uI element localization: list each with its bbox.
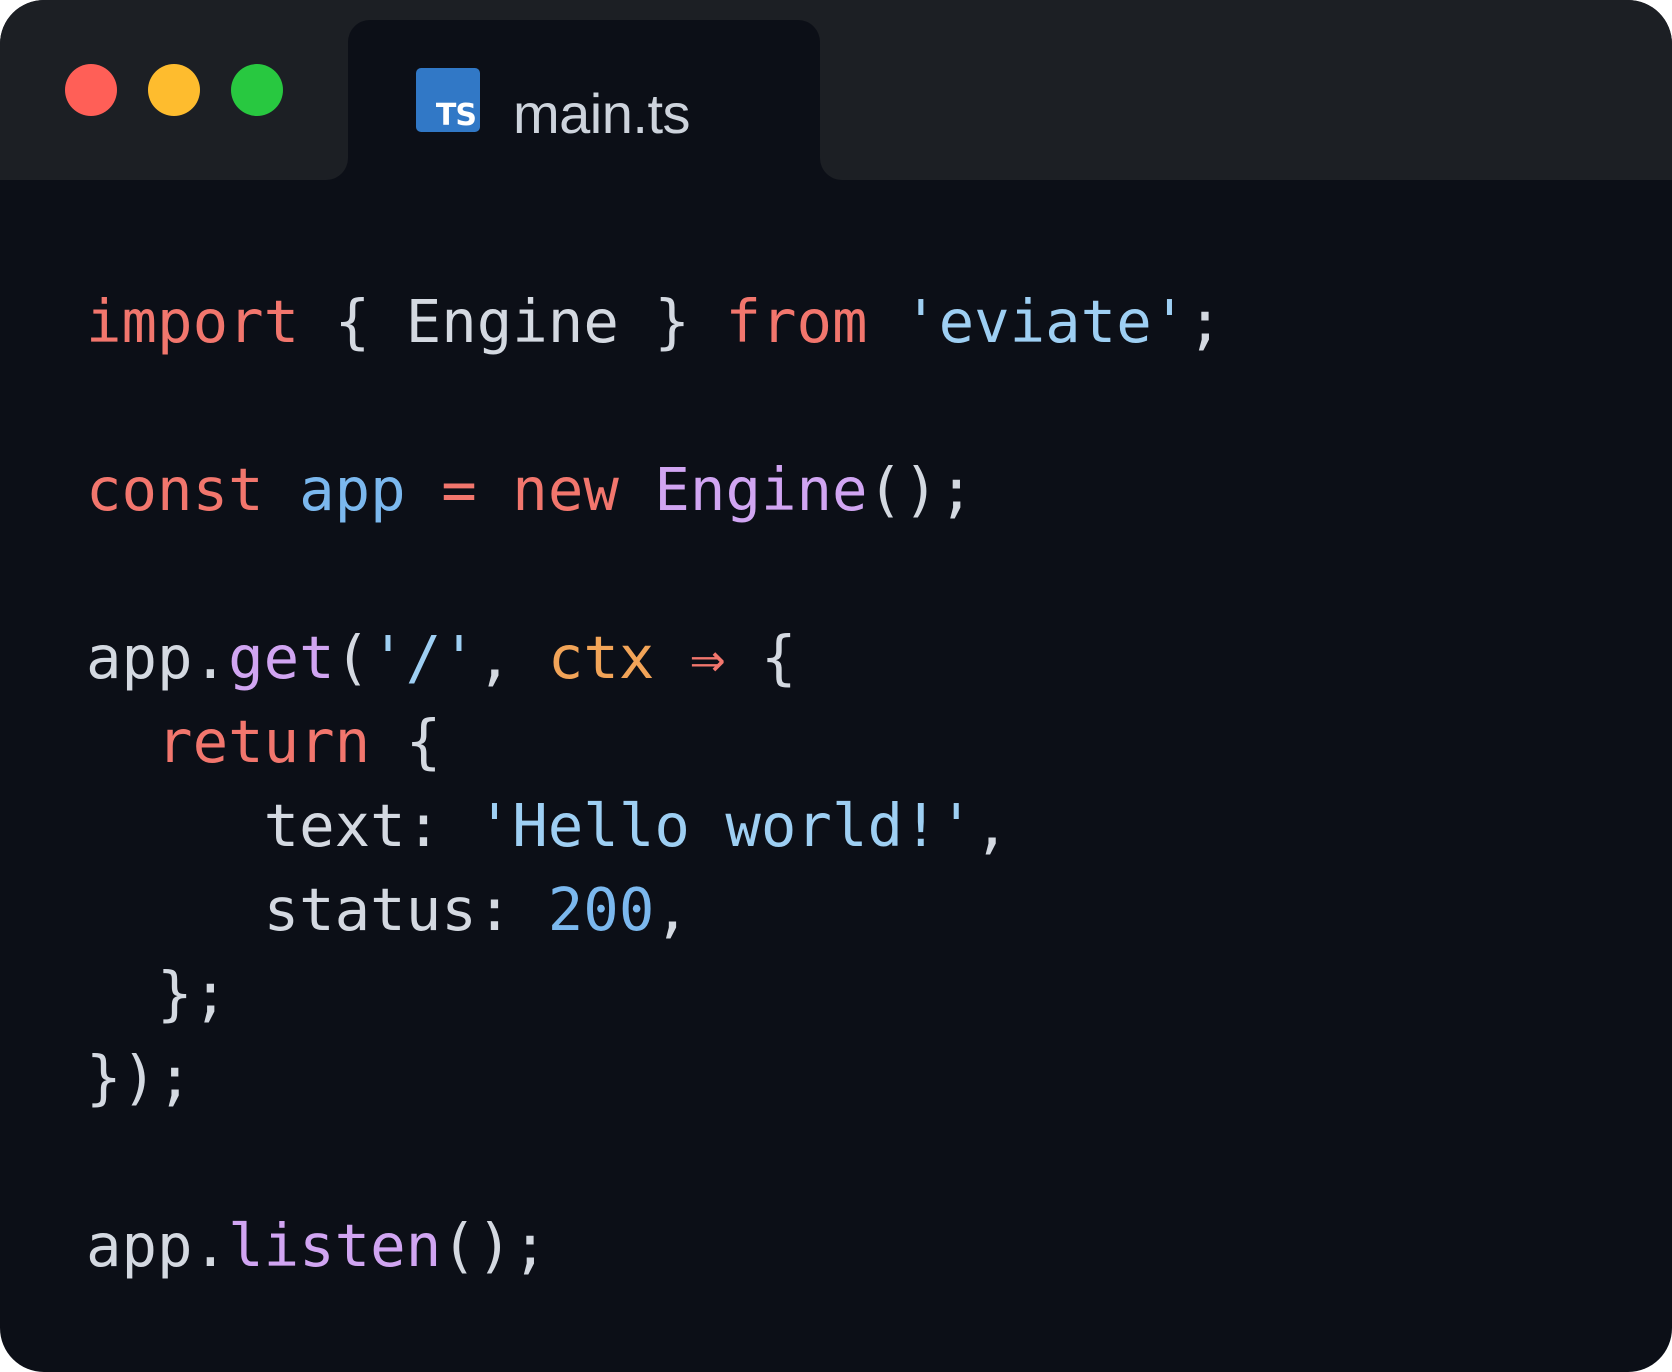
typescript-icon-label: TS: [435, 98, 477, 132]
punctuation: ();: [441, 1211, 548, 1280]
punctuation: ,: [476, 623, 548, 692]
identifier-app: app.: [86, 623, 229, 692]
punctuation: {: [370, 707, 442, 776]
operator-assign: =: [405, 455, 513, 524]
punctuation: ,: [974, 791, 1010, 860]
string-module-name: 'eviate': [903, 287, 1188, 356]
keyword-from: from: [725, 287, 868, 356]
tab-corner-right: [820, 158, 842, 180]
punctuation: };: [86, 959, 229, 1028]
code-line-1: import { Engine } from 'eviate';: [86, 280, 1223, 364]
typescript-file-icon: TS: [416, 68, 480, 132]
code-line-3: const app = new Engine();: [86, 448, 974, 532]
method-listen: listen: [228, 1211, 442, 1280]
punctuation: ;: [1187, 287, 1223, 356]
keyword-const: const: [86, 455, 264, 524]
code-line-6: return {: [86, 700, 441, 784]
code-line-10: });: [86, 1036, 193, 1120]
identifier-app: app.: [86, 1211, 229, 1280]
minimize-window-button[interactable]: [148, 64, 200, 116]
identifier-engine: Engine: [405, 287, 619, 356]
punctuation: (: [334, 623, 371, 692]
class-engine: Engine: [654, 455, 868, 524]
punctuation: });: [86, 1043, 193, 1112]
code-line-8: status: 200,: [86, 868, 690, 952]
arrow-operator: ⇒: [689, 623, 726, 692]
string-hello-world: 'Hello world!': [476, 791, 975, 860]
editor-window: TS main.ts import { Engine } from 'eviat…: [0, 0, 1672, 1372]
keyword-new: new: [512, 455, 619, 524]
zoom-window-button[interactable]: [231, 64, 283, 116]
code-line-7: text: 'Hello world!',: [86, 784, 1010, 868]
tab-corner-left: [326, 158, 348, 180]
punctuation: {: [299, 287, 406, 356]
tab-main-ts[interactable]: TS main.ts: [326, 20, 842, 180]
code-line-12: app.listen();: [86, 1204, 548, 1288]
parameter-ctx: ctx: [547, 623, 655, 692]
keyword-return: return: [157, 707, 371, 776]
code-line-9: };: [86, 952, 228, 1036]
code-line-5: app.get('/', ctx ⇒ {: [86, 616, 797, 700]
punctuation: {: [725, 623, 797, 692]
variable-app: app: [299, 455, 406, 524]
punctuation: ,: [654, 875, 690, 944]
property-status: status:: [86, 875, 548, 944]
string-route-path: '/': [370, 623, 477, 692]
punctuation: ();: [867, 455, 975, 524]
title-bar: TS main.ts: [0, 0, 1672, 180]
method-get: get: [228, 623, 335, 692]
number-status-code: 200: [547, 875, 655, 944]
close-window-button[interactable]: [65, 64, 117, 116]
keyword-import: import: [86, 287, 300, 356]
property-text: text:: [86, 791, 477, 860]
tab-title: main.ts: [513, 82, 691, 145]
punctuation: }: [618, 287, 726, 356]
